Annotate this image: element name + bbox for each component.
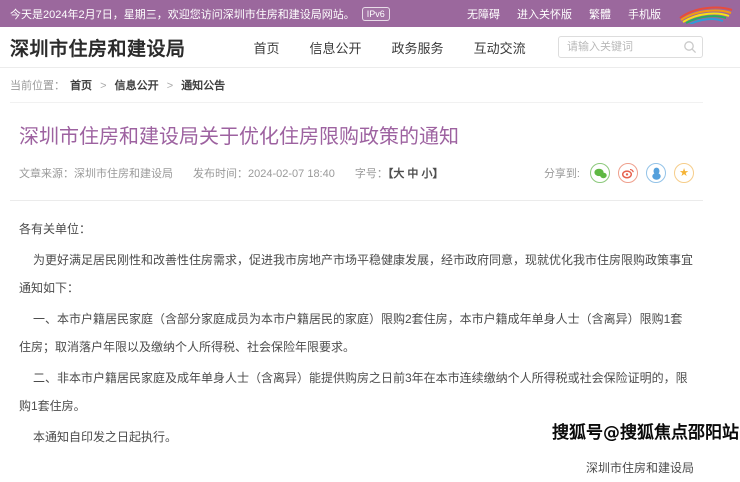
accessibility-link[interactable]: 无障碍 <box>467 6 500 22</box>
breadcrumb-home[interactable]: 首页 <box>70 80 92 92</box>
qq-icon <box>651 167 662 180</box>
article-header: 深圳市住房和建设局关于优化住房限购政策的通知 文章来源：深圳市住房和建设局 发布… <box>10 102 703 201</box>
topbar: 今天是2024年2月7日，星期三，欢迎您访问深圳市住房和建设局网站。 IPv6 … <box>0 0 740 27</box>
breadcrumb-separator: > <box>100 80 106 92</box>
source-value: 深圳市住房和建设局 <box>74 168 173 180</box>
fontsize-options[interactable]: 【大 中 小】 <box>388 168 444 180</box>
search-input[interactable] <box>558 36 703 58</box>
breadcrumb-label: 当前位置： <box>10 80 65 92</box>
fontsize-label: 字号： <box>355 168 388 180</box>
welcome-text: 今天是2024年2月7日，星期三，欢迎您访问深圳市住房和建设局网站。 <box>10 6 355 22</box>
weibo-icon <box>622 167 634 179</box>
fontsize-control: 字号：【大 中 小】 <box>355 165 444 181</box>
article-meta: 文章来源：深圳市住房和建设局 发布时间：2024-02-07 18:40 字号：… <box>19 165 463 181</box>
ipv6-badge: IPv6 <box>362 7 390 21</box>
main-nav: 首页 信息公开 政务服务 互动交流 <box>254 38 526 57</box>
breadcrumb: 当前位置： 首页 > 信息公开 > 通知公告 <box>10 68 703 102</box>
article-title: 深圳市住房和建设局关于优化住房限购政策的通知 <box>19 120 694 149</box>
topbar-links: 无障碍 进入关怀版 繁體 手机版 <box>467 4 734 24</box>
source-label: 文章来源： <box>19 168 74 180</box>
nav-government-services[interactable]: 政务服务 <box>392 38 444 57</box>
nav-home[interactable]: 首页 <box>254 38 280 57</box>
breadcrumb-notices[interactable]: 通知公告 <box>181 80 225 92</box>
publish-time: 发布时间：2024-02-07 18:40 <box>193 165 335 181</box>
wechat-icon <box>594 168 607 179</box>
signature: 深圳市住房和建设局 <box>19 454 694 482</box>
share-wechat-button[interactable] <box>590 163 610 183</box>
breadcrumb-info-disclosure[interactable]: 信息公开 <box>115 80 159 92</box>
share-weibo-button[interactable] <box>618 163 638 183</box>
article-meta-row: 文章来源：深圳市住房和建设局 发布时间：2024-02-07 18:40 字号：… <box>19 163 694 183</box>
rainbow-swoosh-logo-icon <box>678 4 734 24</box>
topbar-welcome-area: 今天是2024年2月7日，星期三，欢迎您访问深圳市住房和建设局网站。 IPv6 <box>10 6 390 22</box>
site-header: 深圳市住房和建设局 首页 信息公开 政务服务 互动交流 <box>0 27 740 68</box>
share-label: 分享到: <box>544 165 580 181</box>
share-favorite-button[interactable]: ★ <box>674 163 694 183</box>
care-version-link[interactable]: 进入关怀版 <box>517 6 572 22</box>
nav-interaction[interactable]: 互动交流 <box>474 38 526 57</box>
traditional-chinese-link[interactable]: 繁體 <box>589 6 611 22</box>
share-qq-button[interactable] <box>646 163 666 183</box>
mobile-version-link[interactable]: 手机版 <box>628 6 661 22</box>
share-bar: 分享到: <box>544 163 694 183</box>
nav-info-disclosure[interactable]: 信息公开 <box>310 38 362 57</box>
article-source: 文章来源：深圳市住房和建设局 <box>19 165 173 181</box>
watermark: 搜狐号@搜狐焦点邵阳站 <box>552 418 739 443</box>
time-value: 2024-02-07 18:40 <box>248 168 335 180</box>
search-icon[interactable] <box>683 40 697 54</box>
search-box <box>558 36 703 58</box>
time-label: 发布时间： <box>193 168 248 180</box>
site-name[interactable]: 深圳市住房和建设局 <box>10 34 186 61</box>
breadcrumb-separator: > <box>167 80 173 92</box>
salutation: 各有关单位： <box>19 215 694 243</box>
paragraph-rule-2: 二、非本市户籍居民家庭及成年单身人士（含离异）能提供购房之日前3年在本市连续缴纳… <box>19 364 694 420</box>
paragraph-intro: 为更好满足居民刚性和改善性住房需求，促进我市房地产市场平稳健康发展，经市政府同意… <box>19 246 694 302</box>
star-icon: ★ <box>679 168 689 179</box>
paragraph-rule-1: 一、本市户籍居民家庭（含部分家庭成员为本市户籍居民的家庭）限购2套住房，本市户籍… <box>19 305 694 361</box>
